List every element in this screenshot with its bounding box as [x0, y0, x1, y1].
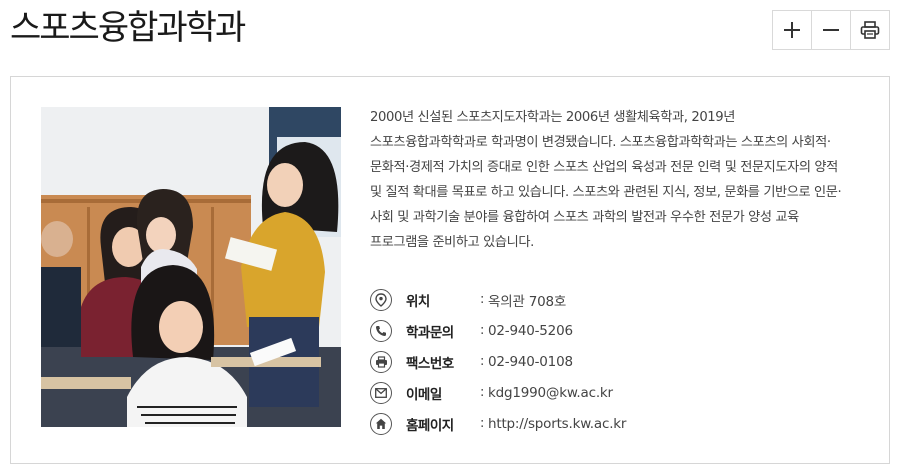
- description-line: 및 질적 확대를 목표로 하고 있습니다. 스포츠와 관련된 지식, 정보, 문…: [370, 185, 842, 200]
- info-label: 홈페이지: [406, 417, 454, 434]
- print-button[interactable]: [851, 11, 889, 49]
- phone-icon: [370, 319, 392, 342]
- fax-value: 02-940-0108: [488, 353, 573, 370]
- info-row-fax: 팩스번호 : 02-940-0108: [370, 346, 850, 377]
- phone-value[interactable]: 02-940-5206: [488, 323, 573, 339]
- info-row-phone: 학과문의 : 02-940-5206: [370, 315, 850, 346]
- printer-icon: [860, 21, 880, 39]
- department-photo: [41, 107, 341, 427]
- info-label: 팩스번호: [406, 355, 454, 372]
- info-row-location: 위치 : 옥의관 708호: [370, 284, 850, 315]
- email-link[interactable]: kdg1990@kw.ac.kr: [488, 385, 613, 401]
- description-line: 스포츠융합과학학과로 학과명이 변경됐습니다. 스포츠융합과학학과는 스포츠의 …: [370, 135, 831, 150]
- department-info-card: 2000년 신설된 스포츠지도자학과는 2006년 생활체육학과, 2019년 …: [10, 76, 890, 464]
- info-separator: :: [480, 416, 485, 431]
- email-icon: [370, 381, 392, 404]
- info-separator: :: [480, 385, 485, 400]
- location-value: 옥의관 708호: [488, 293, 567, 310]
- plus-icon: [784, 22, 800, 38]
- info-label: 학과문의: [406, 324, 454, 341]
- location-pin-icon: [370, 288, 392, 311]
- homepage-link[interactable]: http://sports.kw.ac.kr: [488, 416, 626, 432]
- minus-icon: [823, 29, 839, 31]
- fax-icon: [370, 350, 392, 373]
- description-line: 문화적·경제적 가치의 증대로 인한 스포츠 산업의 육성과 전문 인력 및 전…: [370, 160, 838, 175]
- description-line: 프로그램을 준비하고 있습니다.: [370, 235, 534, 250]
- page-title: 스포츠융합과학과: [10, 8, 246, 48]
- zoom-out-button[interactable]: [812, 11, 851, 49]
- contact-info-list: 위치 : 옥의관 708호 학과문의 : 02-940-5206 팩스번호: …: [370, 284, 850, 439]
- info-separator: :: [480, 323, 485, 338]
- classroom-illustration: [41, 107, 341, 427]
- description-line: 2000년 신설된 스포츠지도자학과는 2006년 생활체육학과, 2019년: [370, 110, 736, 125]
- zoom-in-button[interactable]: [773, 11, 812, 49]
- info-label: 위치: [406, 293, 430, 310]
- info-label: 이메일: [406, 386, 442, 403]
- info-row-homepage: 홈페이지 : http://sports.kw.ac.kr: [370, 408, 850, 439]
- page-toolbar: [772, 10, 890, 50]
- info-separator: :: [480, 354, 485, 369]
- description-line: 사회 및 과학기술 분야를 융합하여 스포츠 과학의 발전과 우수한 전문가 양…: [370, 210, 799, 225]
- info-separator: :: [480, 292, 485, 307]
- home-icon: [370, 412, 392, 435]
- info-row-email: 이메일 : kdg1990@kw.ac.kr: [370, 377, 850, 408]
- department-description: 2000년 신설된 스포츠지도자학과는 2006년 생활체육학과, 2019년 …: [370, 105, 860, 255]
